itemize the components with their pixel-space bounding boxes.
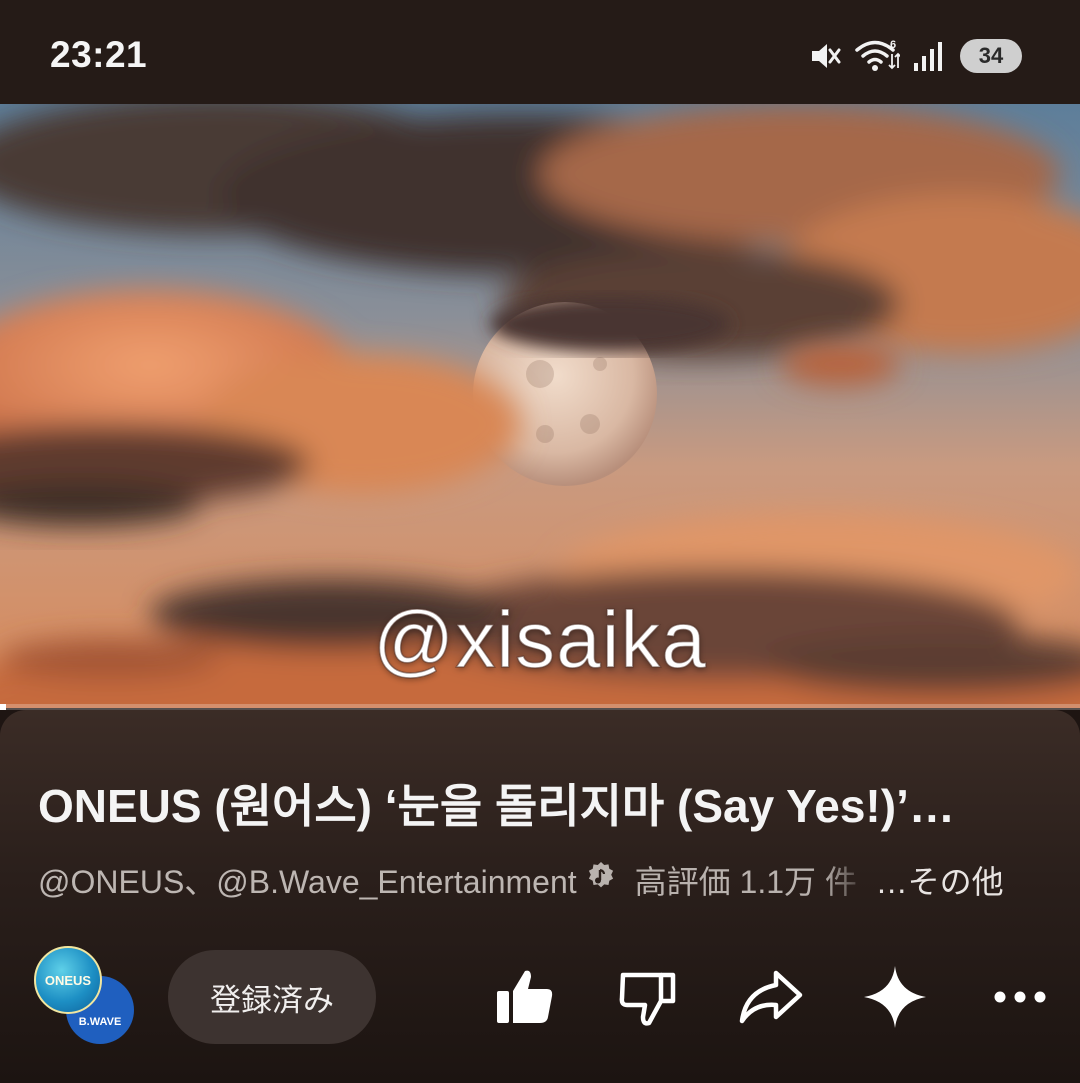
like-count-text: 高評価 1.1万 件 <box>634 864 857 900</box>
video-title[interactable]: ONEUS (원어스) ‘눈을 돌리지마 (Say Yes!)’… <box>38 770 1048 836</box>
sparkle-icon <box>864 966 926 1028</box>
thumbs-down-icon <box>619 972 676 1026</box>
battery-icon: 34 <box>960 39 1022 73</box>
dislike-button[interactable] <box>614 964 680 1030</box>
avatar-oneus[interactable]: ONEUS <box>34 946 102 1014</box>
watermark-text: @xisaika <box>372 594 707 685</box>
more-dots-icon <box>994 991 1046 1003</box>
progress-fill <box>0 704 7 710</box>
status-bar: 23:21 6 34 <box>0 0 1080 104</box>
video-meta[interactable]: @ONEUS、@B.Wave_Entertainment 高評価 1.1万 件 … <box>38 858 1048 902</box>
subscribed-button[interactable]: 登録済み <box>168 950 376 1044</box>
video-player[interactable]: @xisaika <box>0 104 1080 708</box>
status-time: 23:21 <box>50 34 148 75</box>
more-link[interactable]: …その他 <box>876 857 1004 903</box>
channel-avatars[interactable]: B.WAVE ONEUS <box>34 946 134 1046</box>
signal-icon <box>912 39 944 73</box>
video-info-panel: ONEUS (원어스) ‘눈을 돌리지마 (Say Yes!)’… @ONEUS… <box>0 710 1080 1083</box>
mute-icon <box>808 39 842 73</box>
share-button[interactable] <box>738 964 804 1030</box>
ai-ask-button[interactable] <box>862 964 928 1030</box>
share-icon <box>739 970 803 1024</box>
channel-names[interactable]: @ONEUS、@B.Wave_Entertainment <box>38 857 577 903</box>
thumbs-up-icon <box>497 970 553 1023</box>
wifi-icon: 6 <box>854 38 900 74</box>
more-options-button[interactable] <box>990 964 1050 1030</box>
verified-music-icon <box>585 860 617 900</box>
status-icons: 6 34 <box>808 36 1022 76</box>
like-button[interactable] <box>492 964 558 1030</box>
svg-text:6: 6 <box>890 39 896 51</box>
